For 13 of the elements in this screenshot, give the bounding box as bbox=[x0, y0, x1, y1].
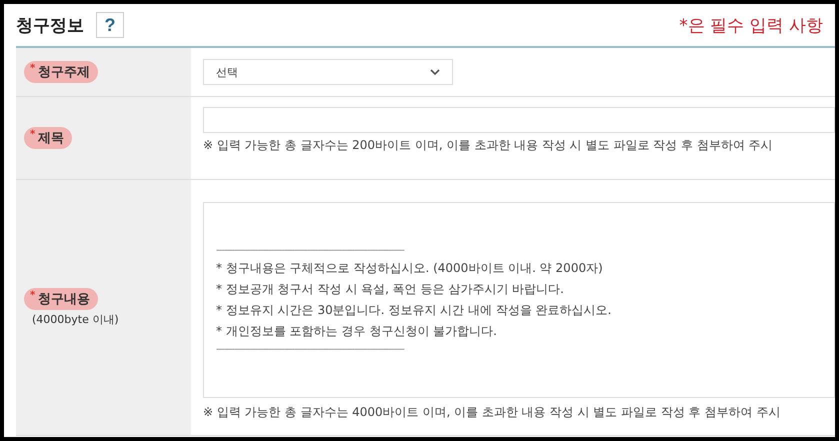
topic-select[interactable]: 선택 bbox=[203, 59, 453, 85]
length-note: ※ 입력 가능한 총 글자수는 4000바이트 이며, 이를 초과한 내용 작성 시 별도 파일로 작성 후 첨부하여 주시 bbox=[203, 404, 782, 421]
chevron-down-icon bbox=[430, 68, 440, 76]
length-note: ※ 입력 가능한 총 글자수는 200바이트 이며, 이를 초과한 내용 작성 시 별도 파일로 작성 후 첨부하여 주시 bbox=[203, 137, 774, 154]
required-note: *은 필수 입력 사항 bbox=[679, 14, 823, 36]
field-label: * 청구내용 bbox=[24, 288, 98, 310]
field-label: * 청구주제 bbox=[24, 61, 98, 83]
content-textarea[interactable]: ------------------------------------------------------------------------ * 청구내용은 구체적으로 작성하십시오. (4000바이트 이내. 약 2000자) * 정보공개 청구서 작성 시 욕설, 폭언 등은 삼가주시기 바랍니다. * 정보유지 시간은 30분입니다. 정보유지 시간 내에 작성을 완료하십시오. * 개인정보를 포함하는 경우 청구신청이 불가합니다. ------------------------------------------------------------------------ bbox=[203, 202, 835, 398]
help-button[interactable]: ? bbox=[96, 12, 124, 38]
section-title: 청구정보 bbox=[16, 14, 84, 36]
title-input[interactable] bbox=[203, 107, 835, 133]
field-sublabel: (4000byte 이내) bbox=[31, 312, 119, 327]
field-label: * 제목 bbox=[24, 127, 72, 149]
